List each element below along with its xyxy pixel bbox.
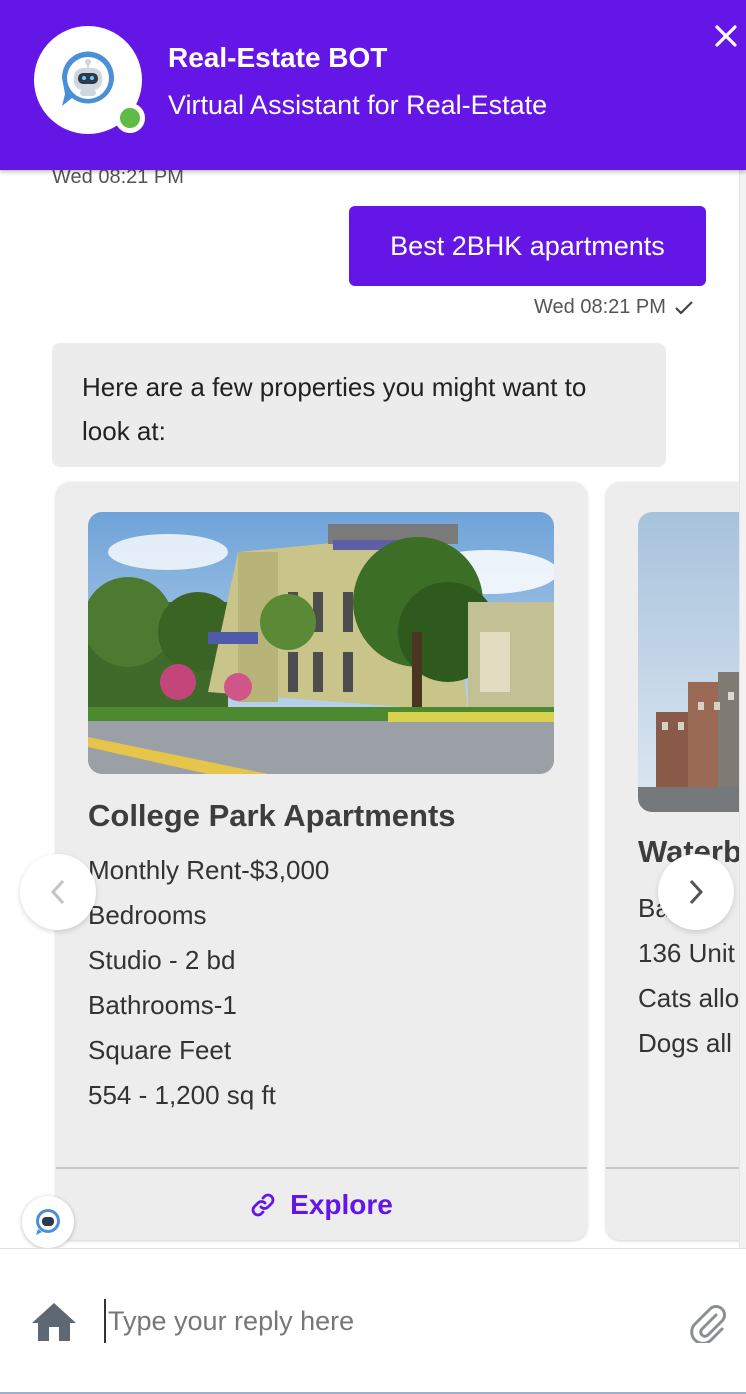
bot-message-text: Here are a few properties you might want… [82,372,587,446]
reply-input[interactable] [104,1299,664,1343]
home-button[interactable] [30,1301,78,1348]
explore-label: Explore [290,1189,393,1220]
property-details: Monthly Rent-$3,000 Bedrooms Studio - 2 … [88,850,329,1120]
carousel-next-button[interactable] [658,854,734,930]
user-message-meta: Wed 08:21 PM [534,296,694,319]
card-divider [56,1167,587,1169]
chevron-left-icon [50,879,65,905]
robot-icon [61,51,114,106]
property-detail-line: Monthly Rent-$3,000 [88,855,330,885]
property-detail-line: 554 - 1,200 sq ft [88,1080,276,1110]
paperclip-icon [690,1305,726,1345]
carousel-prev-button[interactable] [20,854,96,930]
property-card: College Park Apartments Monthly Rent-$3,… [56,482,587,1240]
home-icon [32,1303,76,1341]
checkmark-icon [675,300,693,315]
robot-icon [36,1209,60,1235]
close-button[interactable] [708,18,744,54]
property-detail-line: 136 Unit [638,938,735,968]
attach-button[interactable] [686,1301,728,1348]
explore-button[interactable]: Explore [56,1170,587,1240]
property-detail-line: Bedrooms [88,900,207,930]
message-timestamp: Wed 08:21 PM [52,170,184,188]
property-detail-line: Bathrooms-1 [88,990,237,1020]
chat-header: Real-Estate BOT Virtual Assistant for Re… [0,0,746,170]
bot-name: Real-Estate BOT [168,42,388,73]
bot-message: Here are a few properties you might want… [52,343,666,467]
property-detail-line: Cats allo [638,983,740,1013]
property-detail-line: Dogs all [638,1028,732,1058]
chat-thread[interactable]: Wed 08:21 PM Best 2BHK apartments Wed 08… [0,170,746,1248]
close-icon [715,25,737,47]
bot-subtitle: Virtual Assistant for Real-Estate [168,90,548,120]
property-title: College Park Apartments [88,798,456,833]
property-image [638,512,746,812]
property-detail-line: Studio - 2 bd [88,945,236,975]
property-detail-line: Square Feet [88,1035,232,1065]
chevron-right-icon [689,879,704,905]
reply-bar [0,1248,746,1394]
user-message-text: Best 2BHK apartments [390,230,665,261]
card-divider [606,1167,746,1169]
chat-scrollbar[interactable] [739,170,746,1248]
link-icon [251,1193,275,1217]
user-message: Best 2BHK apartments [349,206,706,286]
online-status-dot [115,103,145,133]
user-message-timestamp: Wed 08:21 PM [534,296,666,318]
property-image [88,512,554,774]
bot-mini-avatar [22,1196,74,1248]
